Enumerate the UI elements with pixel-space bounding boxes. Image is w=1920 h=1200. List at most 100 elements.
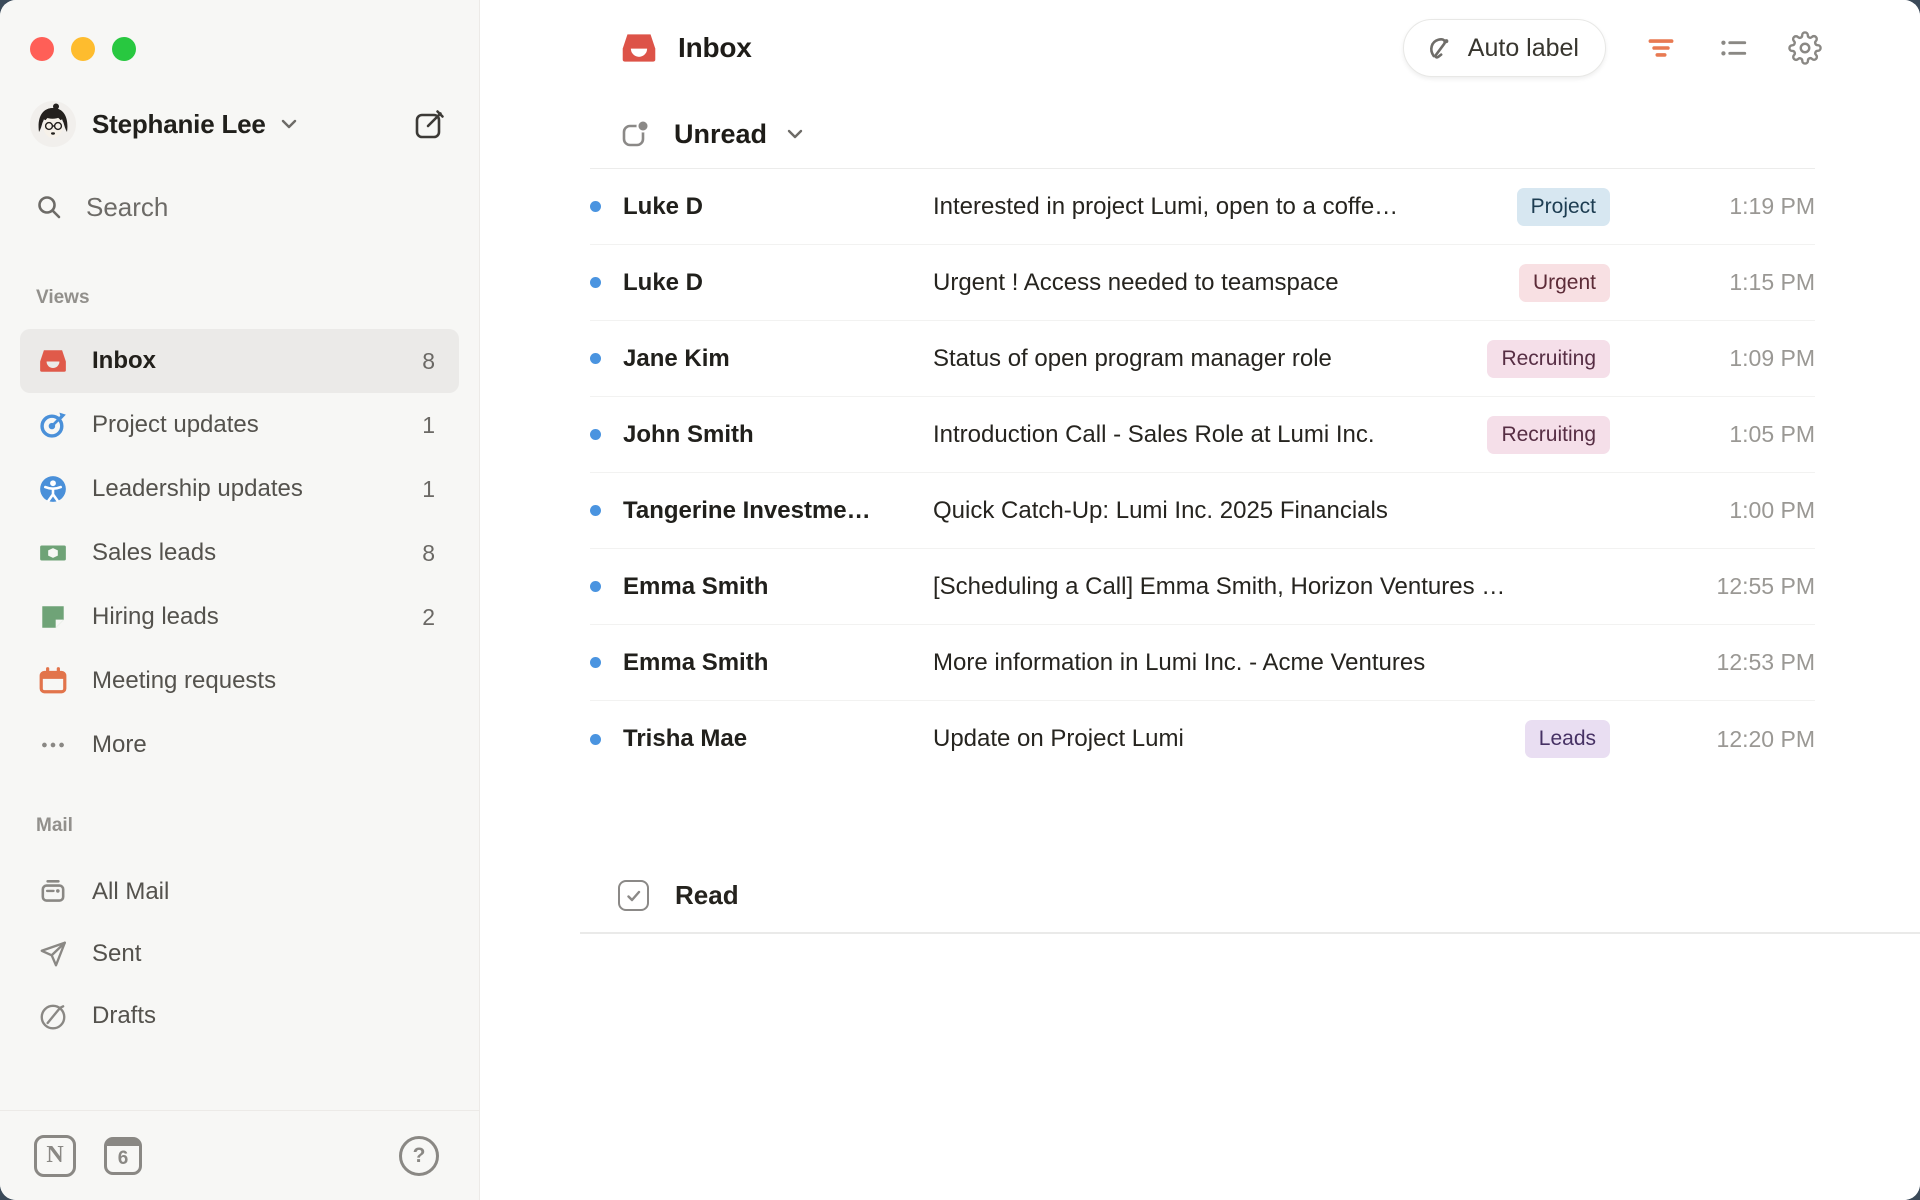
email-sender: Luke D — [623, 269, 933, 297]
email-row[interactable]: Tangerine Investme… Quick Catch-Up: Lumi… — [590, 473, 1815, 549]
close-button[interactable] — [30, 37, 54, 61]
paper-plane-icon — [38, 939, 68, 969]
sidebar-item-drafts[interactable]: Drafts — [20, 985, 459, 1047]
email-subject: More information in Lumi Inc. - Acme Ven… — [933, 649, 1610, 677]
email-row[interactable]: Emma Smith More information in Lumi Inc.… — [590, 625, 1815, 701]
email-sender: Luke D — [623, 193, 933, 221]
email-sender: John Smith — [623, 421, 933, 449]
sidebar: Stephanie Lee Search Views — [0, 0, 480, 1200]
mail-nav: All Mail Sent — [20, 861, 459, 1047]
sidebar-item-sent[interactable]: Sent — [20, 923, 459, 985]
avatar — [30, 101, 76, 147]
notion-app-icon[interactable]: N — [34, 1135, 76, 1177]
sidebar-item-project-updates[interactable]: Project updates 1 — [20, 393, 459, 457]
unread-dot — [590, 505, 601, 516]
email-sender: Emma Smith — [623, 573, 933, 601]
auto-label-wand-icon — [1424, 32, 1456, 64]
label-badge[interactable]: Recruiting — [1487, 340, 1610, 378]
email-time: 1:15 PM — [1610, 269, 1815, 296]
email-row[interactable]: Trisha Mae Update on Project Lumi Leads … — [590, 701, 1815, 777]
inbox-tray-icon — [38, 346, 68, 376]
inbox-pane: Inbox Auto label — [480, 0, 1920, 1200]
mail-stack-icon — [38, 877, 68, 907]
divider — [580, 932, 1920, 934]
inbox-icon — [620, 29, 658, 67]
target-icon — [38, 410, 68, 440]
sidebar-item-more[interactable]: More — [20, 713, 459, 777]
unread-section-label: Unread — [674, 119, 767, 150]
email-time: 12:53 PM — [1610, 649, 1815, 676]
email-row[interactable]: Jane Kim Status of open program manager … — [590, 321, 1815, 397]
search-icon — [34, 192, 64, 222]
sidebar-item-leadership-updates[interactable]: Leadership updates 1 — [20, 457, 459, 521]
email-list: Luke D Interested in project Lumi, open … — [590, 169, 1815, 777]
read-checkbox-icon[interactable] — [618, 880, 649, 911]
sidebar-item-all-mail[interactable]: All Mail — [20, 861, 459, 923]
email-sender: Trisha Mae — [623, 725, 933, 753]
unread-section-toggle[interactable]: Unread — [620, 112, 1920, 156]
email-time: 1:19 PM — [1610, 193, 1815, 220]
unread-dot — [590, 429, 601, 440]
zoom-button[interactable] — [112, 37, 136, 61]
email-time: 1:05 PM — [1610, 421, 1815, 448]
banknote-icon — [38, 538, 68, 568]
account-switcher[interactable]: Stephanie Lee — [30, 101, 447, 147]
mail-heading: Mail — [36, 815, 479, 837]
header-actions: Auto label — [1403, 19, 1822, 77]
sidebar-item-sales-leads[interactable]: Sales leads 8 — [20, 521, 459, 585]
unread-dot — [590, 581, 601, 592]
search-button[interactable]: Search — [34, 189, 449, 225]
calendar-app-icon[interactable]: 6 — [104, 1137, 142, 1175]
sidebar-footer: N 6 ? — [0, 1110, 479, 1200]
page-title: Inbox — [678, 32, 752, 64]
sidebar-item-hiring-leads[interactable]: Hiring leads 2 — [20, 585, 459, 649]
unread-dot — [590, 657, 601, 668]
label-badge[interactable]: Recruiting — [1487, 416, 1610, 454]
email-time: 1:09 PM — [1610, 345, 1815, 372]
email-row[interactable]: Luke D Urgent ! Access needed to teamspa… — [590, 245, 1815, 321]
email-time: 12:55 PM — [1610, 573, 1815, 600]
email-subject: Urgent ! Access needed to teamspace — [933, 269, 1499, 297]
desktop: Stephanie Lee Search Views — [0, 0, 1920, 1200]
email-sender: Jane Kim — [623, 345, 933, 373]
person-circle-icon — [38, 474, 68, 504]
chevron-down-icon — [278, 113, 300, 135]
email-row[interactable]: John Smith Introduction Call - Sales Rol… — [590, 397, 1815, 473]
email-subject: Introduction Call - Sales Role at Lumi I… — [933, 421, 1467, 449]
label-badge[interactable]: Leads — [1525, 720, 1610, 758]
email-sender: Tangerine Investme… — [623, 497, 933, 525]
unread-count: 8 — [422, 348, 435, 375]
minimize-button[interactable] — [71, 37, 95, 61]
email-row[interactable]: Emma Smith [Scheduling a Call] Emma Smit… — [590, 549, 1815, 625]
unread-dot — [590, 201, 601, 212]
email-subject: Update on Project Lumi — [933, 725, 1505, 753]
window-controls — [0, 0, 479, 61]
note-icon — [38, 602, 68, 632]
auto-label-text: Auto label — [1468, 34, 1579, 63]
unread-dot — [590, 277, 601, 288]
unread-dot — [590, 353, 601, 364]
auto-label-button[interactable]: Auto label — [1403, 19, 1606, 77]
label-badge[interactable]: Project — [1517, 188, 1610, 226]
email-time: 12:20 PM — [1610, 726, 1815, 753]
mail-app-window: Stephanie Lee Search Views — [0, 0, 1920, 1200]
views-nav: Inbox 8 Project updates 1 — [20, 329, 459, 777]
filter-icon[interactable] — [1644, 31, 1678, 65]
read-section-toggle[interactable]: Read — [618, 873, 1920, 918]
search-label: Search — [86, 192, 168, 223]
help-icon[interactable]: ? — [399, 1136, 439, 1176]
compose-icon[interactable] — [413, 107, 447, 141]
profile-name: Stephanie Lee — [92, 109, 266, 140]
sidebar-item-meeting-requests[interactable]: Meeting requests — [20, 649, 459, 713]
gear-icon[interactable] — [1788, 31, 1822, 65]
label-badge[interactable]: Urgent — [1519, 264, 1610, 302]
email-time: 1:00 PM — [1610, 497, 1815, 524]
email-sender: Emma Smith — [623, 649, 933, 677]
calendar-icon — [38, 666, 68, 696]
email-subject: [Scheduling a Call] Emma Smith, Horizon … — [933, 573, 1610, 601]
unread-icon — [620, 119, 650, 149]
sidebar-item-inbox[interactable]: Inbox 8 — [20, 329, 459, 393]
email-row[interactable]: Luke D Interested in project Lumi, open … — [590, 169, 1815, 245]
pencil-circle-icon — [38, 1001, 68, 1031]
list-view-icon[interactable] — [1716, 31, 1750, 65]
